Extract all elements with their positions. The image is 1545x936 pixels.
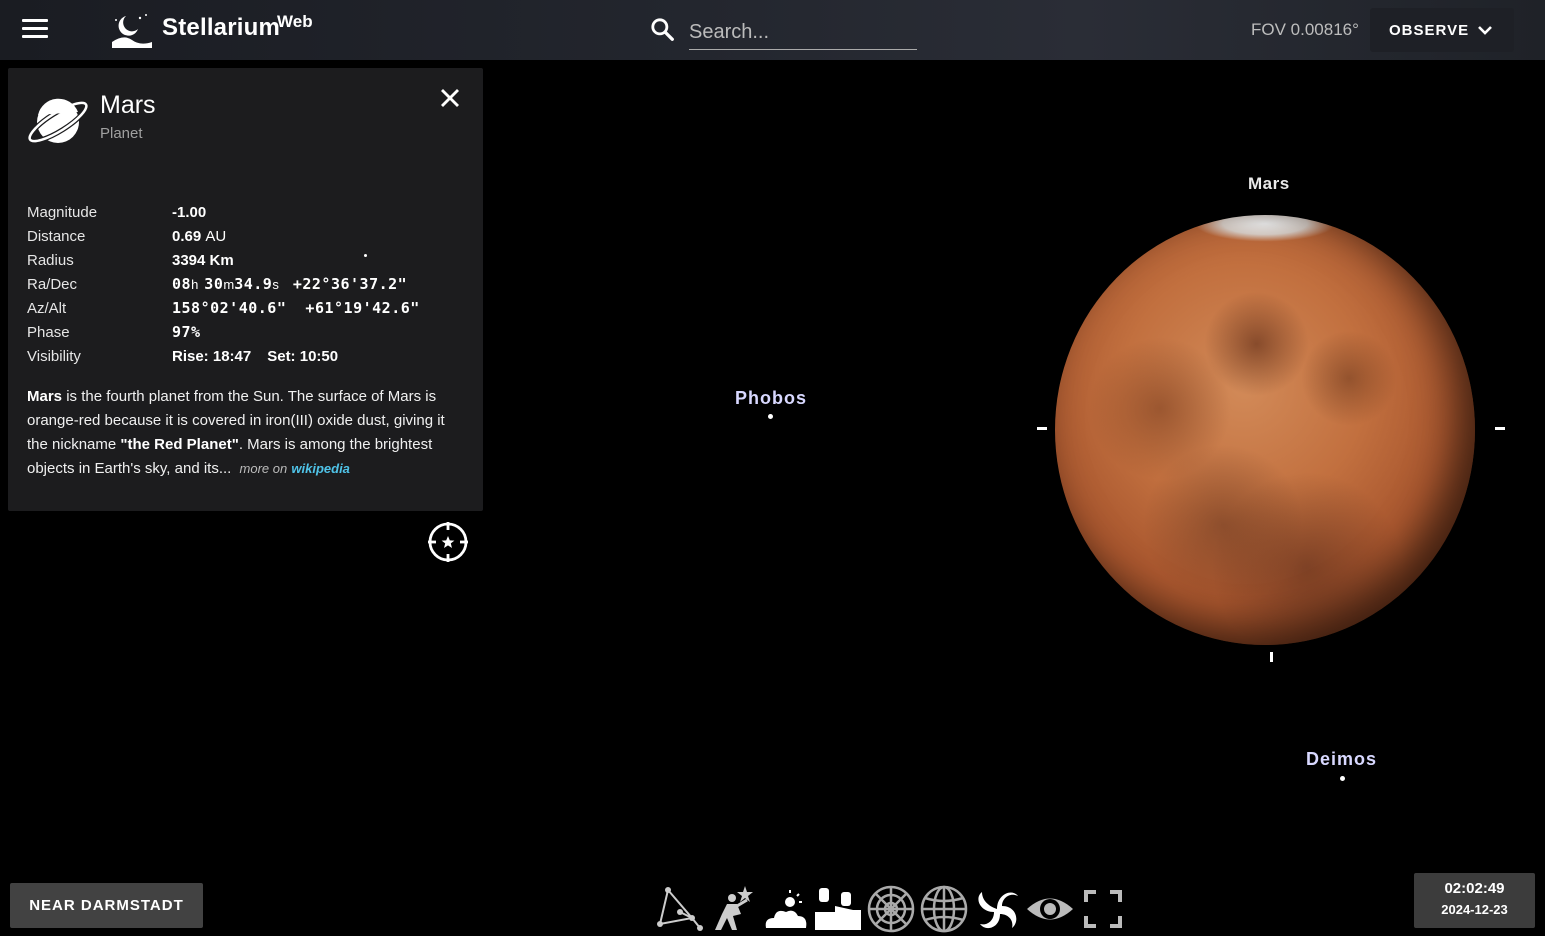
- clock-date: 2024-12-23: [1441, 902, 1508, 917]
- rise-time: Rise: 18:47: [172, 347, 252, 365]
- object-type: Planet: [100, 125, 143, 142]
- chevron-down-icon: [1478, 26, 1493, 35]
- observe-label: OBSERVE: [1389, 21, 1470, 39]
- atmosphere-icon[interactable]: [760, 884, 810, 934]
- object-info-panel: Mars Planet Magnitude -1.00 Distance 0.6…: [8, 68, 483, 511]
- more-on-label: more on: [239, 461, 288, 476]
- property-label: Ra/Dec: [27, 275, 78, 293]
- object-description: Mars is the fourth planet from the Sun. …: [27, 385, 467, 481]
- deimos-label[interactable]: Deimos: [1306, 749, 1377, 770]
- description-bold-name: Mars: [27, 388, 63, 405]
- selection-marker-bottom: [1270, 652, 1273, 662]
- location-label: NEAR DARMSTADT: [29, 897, 184, 914]
- location-button[interactable]: NEAR DARMSTADT: [10, 883, 203, 928]
- property-row: Phase 97%: [27, 320, 420, 344]
- fov-readout: FOV 0.00816°: [1251, 20, 1359, 39]
- night-mode-icon[interactable]: [1025, 884, 1075, 934]
- datetime-button[interactable]: 02:02:49 2024-12-23: [1414, 873, 1535, 928]
- ra-hours: 08: [172, 275, 192, 293]
- radius-value: 3394 Km: [172, 251, 234, 269]
- property-row: Radius 3394 Km: [27, 248, 420, 272]
- ra-minutes: 30: [204, 275, 224, 293]
- ra-hours-unit: h: [191, 276, 199, 292]
- property-label: Visibility: [27, 347, 81, 365]
- selection-marker-right: [1495, 427, 1505, 430]
- mars-globe[interactable]: [1055, 215, 1475, 645]
- property-label: Distance: [27, 227, 86, 245]
- set-time: Set: 10:50: [267, 347, 339, 365]
- observe-button[interactable]: OBSERVE: [1370, 8, 1514, 52]
- property-row: Magnitude -1.00: [27, 200, 420, 224]
- wikipedia-link[interactable]: wikipedia: [291, 461, 350, 476]
- object-name: Mars: [100, 91, 156, 119]
- center-target-icon[interactable]: [426, 520, 470, 564]
- phobos-dot[interactable]: [768, 414, 773, 419]
- planet-icon: [28, 98, 89, 144]
- constellations-lines-icon[interactable]: [654, 884, 704, 934]
- property-row: Visibility Rise: 18:47 Set: 10:50: [27, 344, 420, 368]
- search-input[interactable]: [689, 16, 917, 50]
- background-star: [364, 254, 367, 257]
- landscape-icon[interactable]: [813, 884, 863, 934]
- search-icon: [651, 18, 674, 41]
- property-label: Phase: [27, 323, 70, 341]
- fullscreen-icon[interactable]: [1078, 884, 1128, 934]
- property-label: Radius: [27, 251, 74, 269]
- equatorial-grid-icon[interactable]: [919, 884, 969, 934]
- property-label: Magnitude: [27, 203, 98, 221]
- property-row: Az/Alt 158°02'40.6" +61°19'42.6": [27, 296, 420, 320]
- top-bar: Stellarium Web FOV 0.00816° OBSERVE: [0, 0, 1545, 60]
- property-label: Az/Alt: [27, 299, 67, 317]
- stellarium-logo-icon: [112, 14, 152, 48]
- app-name-suffix: Web: [277, 12, 313, 31]
- constellations-art-icon[interactable]: [707, 884, 757, 934]
- az-alt-value: 158°02'40.6" +61°19'42.6": [172, 299, 420, 317]
- azimuthal-grid-icon[interactable]: [866, 884, 916, 934]
- magnitude-value: -1.00: [172, 203, 207, 221]
- ra-seconds: 34.9: [234, 275, 273, 293]
- menu-icon[interactable]: [18, 16, 52, 44]
- distance-unit: AU: [205, 227, 227, 245]
- selection-marker-left: [1037, 427, 1047, 430]
- app-name: Stellarium: [162, 14, 281, 41]
- property-row: Ra/Dec 08 h 30 m 34.9 s +22°36'37.2": [27, 272, 420, 296]
- description-nickname: "the Red Planet": [120, 436, 239, 453]
- deep-sky-objects-icon[interactable]: [972, 884, 1022, 934]
- close-icon[interactable]: [438, 86, 462, 110]
- object-properties: Magnitude -1.00 Distance 0.69 AU Radius …: [27, 200, 420, 368]
- ra-seconds-unit: s: [272, 276, 279, 292]
- deimos-dot[interactable]: [1340, 776, 1345, 781]
- phobos-label[interactable]: Phobos: [735, 388, 807, 409]
- distance-value: 0.69: [172, 227, 202, 245]
- clock-time: 02:02:49: [1444, 880, 1505, 897]
- dec-value: +22°36'37.2": [292, 275, 408, 293]
- mars-label[interactable]: Mars: [1248, 174, 1290, 194]
- ra-minutes-unit: m: [223, 276, 235, 292]
- phase-value: 97%: [172, 323, 201, 341]
- property-row: Distance 0.69 AU: [27, 224, 420, 248]
